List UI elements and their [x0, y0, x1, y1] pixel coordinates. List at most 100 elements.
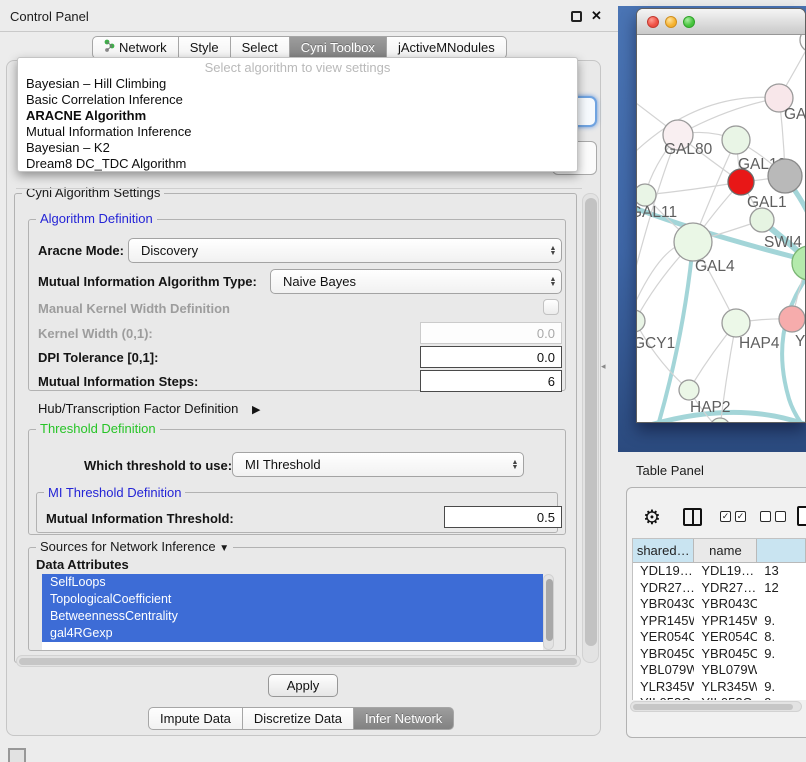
document-icon[interactable] — [797, 506, 806, 526]
network-node-swi4[interactable] — [750, 208, 774, 232]
table-row[interactable]: YDR27…YDR27…12 — [633, 580, 806, 597]
columns-icon[interactable] — [683, 508, 702, 526]
tab-select[interactable]: Select — [230, 36, 290, 59]
table-cell[interactable]: YER054C — [694, 629, 757, 646]
gear-icon[interactable]: ⚙ — [643, 505, 661, 530]
table-row[interactable]: YPR145WYPR145W9. — [633, 613, 806, 630]
settings-horizontal-scrollbar-thumb[interactable] — [19, 658, 577, 665]
table-cell[interactable]: YDR27… — [694, 580, 757, 597]
settings-vertical-scrollbar-thumb[interactable] — [585, 198, 597, 646]
tab-discretize-data[interactable]: Discretize Data — [242, 707, 354, 730]
table-cell[interactable]: YBL079W — [694, 662, 757, 679]
network-node-gal1[interactable] — [728, 169, 754, 195]
table-cell[interactable]: YLR345W — [694, 679, 757, 696]
table-cell[interactable]: YPR145W — [633, 613, 694, 630]
network-graph[interactable]: GALGAL80GAL10GAL1GAL11SWI4GAL4GCY1HAP4YH… — [637, 35, 806, 423]
table-cell[interactable]: YER054C — [633, 629, 694, 646]
unchecked-checkbox-icon[interactable] — [775, 511, 786, 522]
table-cell[interactable]: YDL19… — [694, 563, 757, 580]
network-node-gal11[interactable] — [637, 184, 656, 206]
checked-checkbox-icon[interactable]: ✓ — [720, 511, 731, 522]
mi-steps-field[interactable]: 6 — [420, 370, 562, 392]
network-edge[interactable] — [637, 244, 681, 301]
table-column-header[interactable]: name — [694, 539, 757, 563]
table-cell[interactable]: 13 — [757, 563, 806, 580]
which-threshold-combo[interactable]: MI Threshold ▲▼ — [232, 452, 524, 477]
table-row[interactable]: YBR043CYBR043C — [633, 596, 806, 613]
network-node-y[interactable] — [779, 306, 805, 332]
network-node[interactable] — [710, 418, 730, 423]
network-node-hap2[interactable] — [679, 380, 699, 400]
network-node-gcy1[interactable] — [637, 310, 645, 332]
table-cell[interactable]: YDR27… — [633, 580, 694, 597]
table-row[interactable]: YBL079WYBL079W — [633, 662, 806, 679]
settings-horizontal-scrollbar[interactable] — [16, 655, 581, 667]
table-cell[interactable]: 12 — [757, 580, 806, 597]
table-cell[interactable]: 9 — [757, 695, 806, 700]
table-row[interactable]: YLR345WYLR345W9. — [633, 679, 806, 696]
data-attribute-item[interactable]: BetweennessCentrality — [42, 608, 543, 625]
mi-threshold-field[interactable]: 0.5 — [444, 506, 562, 528]
algorithm-option[interactable]: Bayesian – K2 — [18, 140, 577, 156]
table-cell[interactable]: YIL052C — [633, 695, 694, 700]
tab-impute-data[interactable]: Impute Data — [148, 707, 243, 730]
table-horizontal-scrollbar-thumb[interactable] — [633, 704, 793, 710]
table-cell[interactable]: 9. — [757, 613, 806, 630]
table-cell[interactable]: YBR045C — [694, 646, 757, 663]
tab-cyni-toolbox[interactable]: Cyni Toolbox — [289, 36, 387, 59]
attributes-scrollbar[interactable] — [543, 574, 554, 650]
table-cell[interactable]: YBR045C — [633, 646, 694, 663]
apply-button[interactable]: Apply — [268, 674, 338, 697]
table-cell[interactable]: YBL079W — [633, 662, 694, 679]
sources-group-title[interactable]: Sources for Network Inference ▼ — [36, 540, 233, 556]
mi-type-combo[interactable]: Naive Bayes ▲▼ — [270, 269, 562, 294]
close-panel-icon[interactable]: ✕ — [591, 8, 602, 24]
minimized-panel-icon[interactable] — [8, 748, 26, 762]
network-node-gal4[interactable] — [674, 223, 712, 261]
table-cell[interactable]: 9. — [757, 646, 806, 663]
panel-divider-grip[interactable]: ◂ — [601, 361, 606, 372]
table-cell[interactable]: YIL052C — [694, 695, 757, 700]
network-canvas[interactable]: GALGAL80GAL10GAL1GAL11SWI4GAL4GCY1HAP4YH… — [637, 35, 806, 423]
table-cell[interactable]: YPR145W — [694, 613, 757, 630]
zoom-traffic-light-icon[interactable] — [683, 16, 695, 28]
table-column-header[interactable]: shared… — [633, 539, 694, 563]
tab-infer-network[interactable]: Infer Network — [353, 707, 454, 730]
algorithm-option[interactable]: Basic Correlation Inference — [18, 92, 577, 108]
algorithm-option[interactable]: ARACNE Algorithm — [18, 108, 577, 124]
algorithm-option[interactable]: Dream8 DC_TDC Algorithm — [18, 156, 577, 172]
table-cell[interactable]: 9. — [757, 679, 806, 696]
table-row[interactable]: YBR045CYBR045C9. — [633, 646, 806, 663]
network-edge[interactable] — [782, 277, 806, 423]
table-cell[interactable] — [757, 596, 806, 613]
data-attribute-item[interactable]: gal4RGexp — [42, 625, 543, 642]
float-panel-icon[interactable] — [571, 11, 582, 22]
manual-kernel-checkbox[interactable] — [543, 299, 559, 315]
data-attribute-item[interactable]: TopologicalCoefficient — [42, 591, 543, 608]
close-traffic-light-icon[interactable] — [647, 16, 659, 28]
unchecked-checkbox-icon[interactable] — [760, 511, 771, 522]
aracne-mode-combo[interactable]: Discovery ▲▼ — [128, 238, 562, 263]
table-cell[interactable]: YDL19… — [633, 563, 694, 580]
network-node[interactable] — [800, 35, 806, 52]
minimize-traffic-light-icon[interactable] — [665, 16, 677, 28]
attributes-scrollbar-thumb[interactable] — [546, 579, 553, 641]
table-row[interactable]: YER054CYER054C8. — [633, 629, 806, 646]
table-cell[interactable]: YBR043C — [694, 596, 757, 613]
dpi-tolerance-field[interactable]: 0.0 — [420, 346, 562, 368]
table-row[interactable]: YDL19…YDL19…13 — [633, 563, 806, 580]
algorithm-option[interactable]: Mutual Information Inference — [18, 124, 577, 140]
tab-style[interactable]: Style — [178, 36, 231, 59]
network-node-hap4[interactable] — [722, 309, 750, 337]
tab-network[interactable]: Network — [92, 36, 179, 59]
table-cell[interactable]: 8. — [757, 629, 806, 646]
kernel-width-field[interactable]: 0.0 — [420, 322, 562, 344]
checked-checkbox-icon[interactable]: ✓ — [735, 511, 746, 522]
tab-jactivemnodules[interactable]: jActiveMNodules — [386, 36, 507, 59]
table-cell[interactable]: YBR043C — [633, 596, 694, 613]
network-node-gal10[interactable] — [722, 126, 750, 154]
table-row[interactable]: YIL052CYIL052C9 — [633, 695, 806, 700]
table-cell[interactable]: YLR345W — [633, 679, 694, 696]
algorithm-option[interactable]: Bayesian – Hill Climbing — [18, 76, 577, 92]
table-cell[interactable] — [757, 662, 806, 679]
